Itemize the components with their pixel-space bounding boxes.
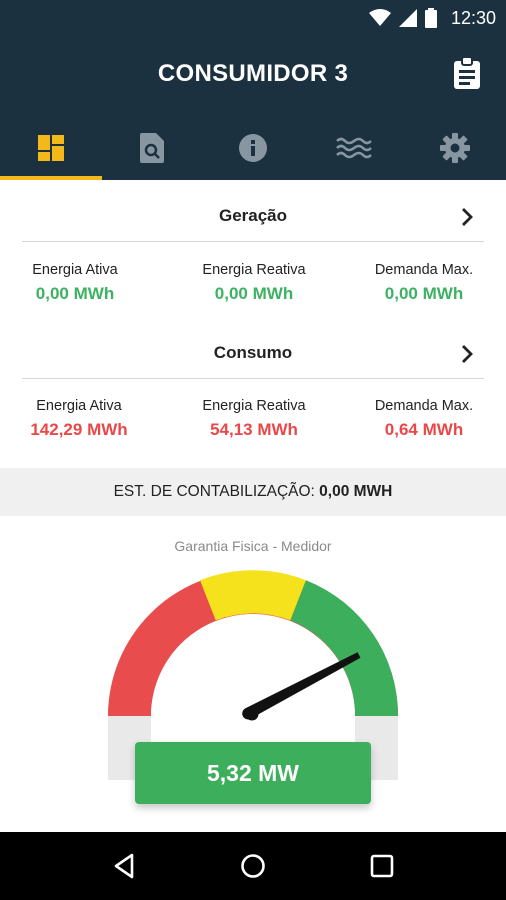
back-button[interactable] [104,846,144,886]
navigation-bar [0,832,506,900]
summary-label: EST. DE CONTABILIZAÇÃO: [113,483,315,500]
metric-label: Energia Reativa [202,398,306,414]
status-bar: 12:30 [0,0,506,36]
recents-button[interactable] [362,846,402,886]
tab-settings[interactable] [405,116,506,180]
active-tab-indicator [0,176,102,180]
tab-info[interactable] [202,116,303,180]
home-icon [241,854,265,878]
metric-value: 142,29 MWh [30,420,128,439]
metric-label: Energia Ativa [32,262,118,278]
chevron-right-icon [462,345,473,363]
metric-label: Demanda Max. [374,398,474,414]
consumo-demanda-max: Demanda Max. 0,64 MWh [340,398,506,440]
battery-icon [424,8,437,28]
clipboard-button[interactable] [452,56,482,90]
wifi-icon [368,9,391,26]
status-icons: 12:30 [368,6,496,30]
consumo-energia-ativa: Energia Ativa 142,29 MWh [0,398,163,440]
tab-dashboard[interactable] [0,116,102,180]
back-icon [115,853,134,879]
tab-bar [0,116,506,180]
metric-label: Demanda Max. [374,262,474,278]
geracao-energia-ativa: Energia Ativa 0,00 MWh [0,262,159,304]
geracao-header[interactable]: Geração [22,192,484,242]
signal-icon [398,9,417,27]
geracao-energia-reativa: Energia Reativa 0,00 MWh [170,262,338,304]
info-icon [239,134,267,162]
consumo-energia-reativa: Energia Reativa 54,13 MWh [170,398,338,440]
gauge-title: Garantia Fisica - Medidor [174,538,332,554]
clipboard-icon [454,57,480,89]
geracao-metrics: Energia Ativa 0,00 MWh Energia Reativa 0… [0,262,506,322]
status-time: 12:30 [450,7,496,28]
geracao-demanda-max: Demanda Max. 0,00 MWh [340,262,506,304]
consumo-metrics: Energia Ativa 142,29 MWh Energia Reativa… [0,398,506,458]
metric-value: 0,64 MWh [384,420,464,439]
home-button[interactable] [233,846,273,886]
metric-value: 0,00 MWh [214,284,294,303]
metric-value: 0,00 MWh [35,284,115,303]
geracao-title: Geração [218,206,288,225]
consumo-title: Consumo [213,343,293,362]
gauge-value-button[interactable]: 5,32 MW [135,742,371,804]
tab-document-search[interactable] [101,116,202,180]
accounting-summary: EST. DE CONTABILIZAÇÃO: 0,00 MWH [0,468,506,516]
gear-icon [440,133,471,163]
metric-label: Energia Reativa [202,262,306,278]
consumo-header[interactable]: Consumo [22,329,484,379]
recents-icon [370,854,393,878]
dashboard-icon [37,135,64,161]
metric-value: 54,13 MWh [210,420,298,439]
gauge-yellow-zone [200,570,306,621]
document-search-icon [139,133,164,163]
summary-value: 0,00 MWH [319,483,393,500]
page-title: CONSUMIDOR 3 [157,60,349,87]
metric-label: Energia Ativa [36,398,122,414]
metric-value: 0,00 MWh [384,284,464,303]
waves-icon [336,137,373,159]
chevron-right-icon [462,208,473,226]
app-bar: CONSUMIDOR 3 [0,36,506,180]
tab-waves[interactable] [304,116,405,180]
